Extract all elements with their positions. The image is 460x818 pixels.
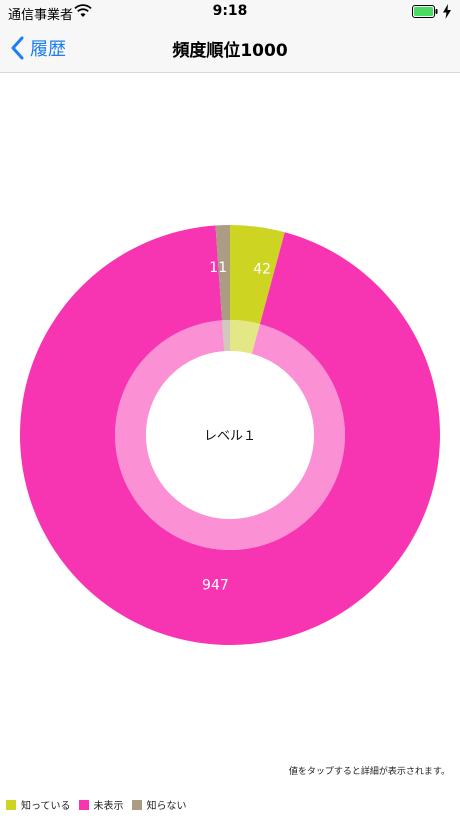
legend-swatch-0 bbox=[6, 799, 16, 810]
value-label-1: 947 bbox=[202, 577, 229, 593]
legend-item-2: 知らない bbox=[131, 797, 187, 812]
value-label-0: 42 bbox=[253, 261, 271, 277]
tap-hint: 値をタップすると詳細が表示されます。 bbox=[288, 767, 450, 777]
donut-chart[interactable]: 42 947 11 レベル１ bbox=[0, 72, 460, 752]
center-label: レベル１ bbox=[204, 429, 256, 444]
battery-icon bbox=[412, 5, 438, 18]
chart-legend: 知っている 未表示 知らない bbox=[6, 797, 195, 812]
legend-swatch-2 bbox=[131, 799, 142, 810]
legend-swatch-1 bbox=[78, 799, 89, 810]
legend-label-2: 知らない bbox=[146, 801, 187, 812]
legend-label-0: 知っている bbox=[21, 801, 71, 812]
legend-label-1: 未表示 bbox=[93, 801, 124, 812]
page-title: 頻度順位1000 bbox=[172, 41, 288, 61]
clock-time: 9:18 bbox=[212, 3, 248, 19]
legend-item-0: 知っている bbox=[6, 797, 71, 812]
value-label-2: 11 bbox=[209, 260, 227, 276]
legend-item-1: 未表示 bbox=[78, 797, 124, 812]
navigation-bar: 履歴 頻度順位1000 bbox=[0, 24, 460, 73]
status-bar: 通信事業者 9:18 bbox=[0, 0, 460, 24]
charging-bolt-icon bbox=[443, 4, 451, 19]
